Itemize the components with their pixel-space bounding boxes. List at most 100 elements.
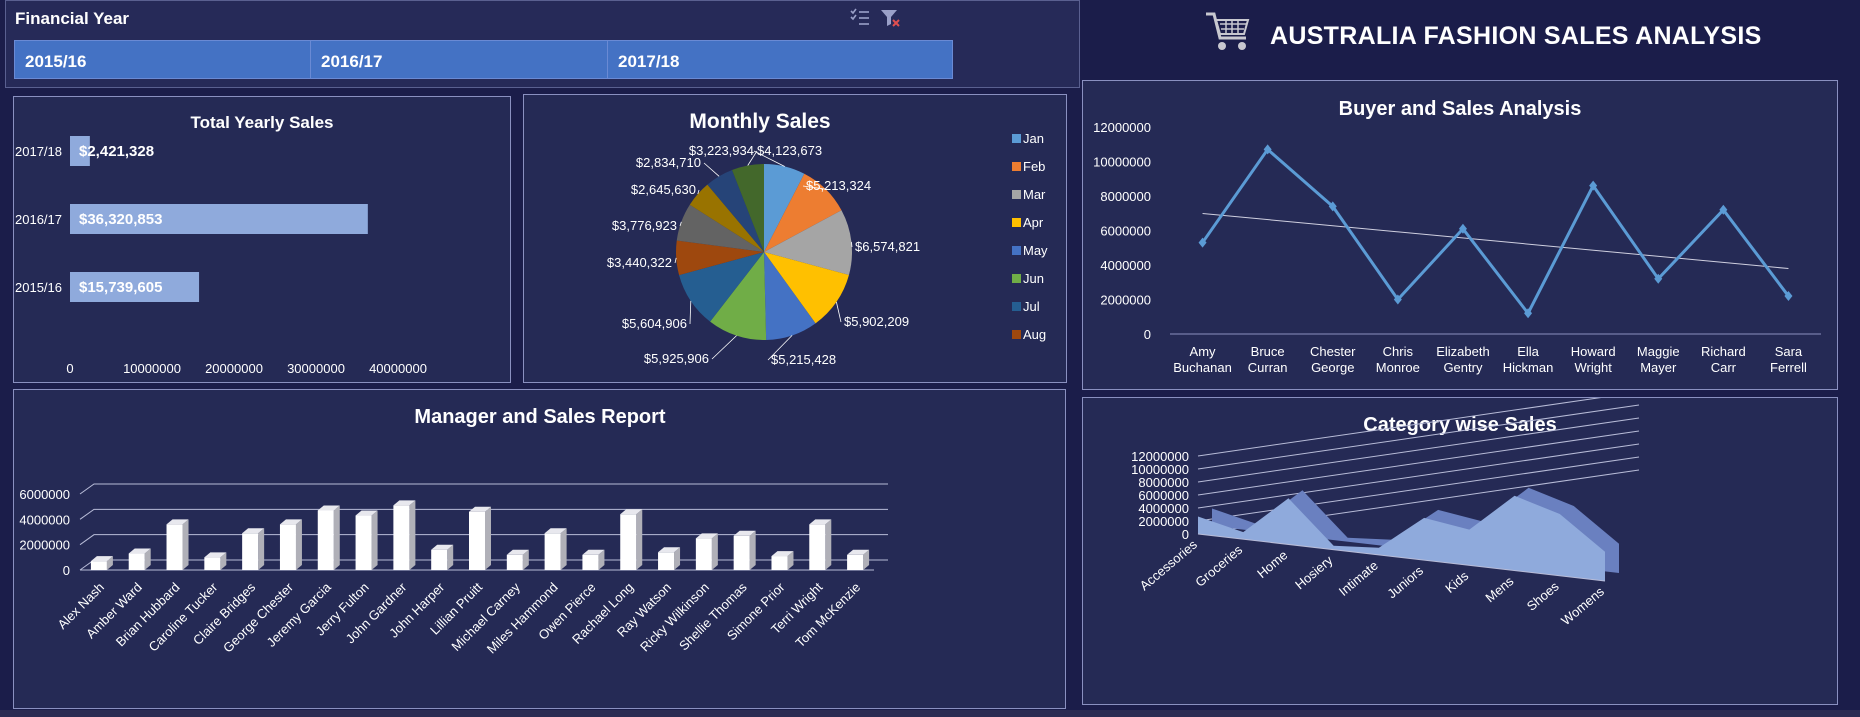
y-tick-label: 4000000	[1138, 501, 1189, 516]
bar	[242, 533, 259, 570]
slicer-option-2017-18[interactable]: 2017/18	[607, 40, 953, 79]
category-label: 2015/16	[15, 280, 62, 295]
x-tick-label: Chester	[1310, 344, 1356, 359]
x-tick-label: 0	[66, 361, 73, 376]
manager-sales-chart: Manager and Sales Report 0 2000000 4000000…	[19, 406, 888, 657]
bar	[128, 553, 145, 570]
bar	[771, 556, 788, 570]
x-tick-label: Womens	[1558, 583, 1607, 628]
x-tick-label: Richard	[1701, 344, 1746, 359]
bar-side	[711, 533, 718, 570]
shopping-cart-icon	[1206, 12, 1250, 50]
data-label: $5,604,906	[622, 316, 687, 331]
x-tick-label: Ella	[1517, 344, 1539, 359]
bar	[469, 511, 485, 570]
x-tick-label: Mens	[1482, 573, 1516, 605]
chart-title: Manager and Sales Report	[414, 406, 666, 428]
chart-title: Category wise Sales	[1363, 414, 1556, 436]
gridline	[79, 483, 888, 495]
legend-swatch	[1012, 274, 1021, 283]
data-label: $3,223,934	[689, 143, 754, 158]
data-label: $3,776,923	[612, 218, 677, 233]
y-tick-label: 4000000	[1100, 258, 1151, 273]
x-tick-label: Hosiery	[1292, 552, 1336, 592]
y-tick-label: 0	[63, 563, 70, 578]
bar	[582, 554, 599, 570]
slicer-title: Financial Year	[15, 9, 130, 28]
bar	[90, 561, 107, 570]
data-label: $2,645,630	[631, 182, 696, 197]
bar	[544, 533, 561, 570]
bar	[279, 524, 296, 570]
y-tick-label: 10000000	[1131, 462, 1189, 477]
y-tick-label: 2000000	[1100, 293, 1151, 308]
category-label: 2017/18	[15, 144, 62, 159]
slicer-option-2015-16[interactable]: 2015/16	[14, 40, 360, 79]
category-sales-panel: Category wise Sales 0 2000000 4000000 60000…	[1082, 391, 1838, 705]
bar	[393, 505, 410, 570]
page-title: AUSTRALIA FASHION SALES ANALYSIS	[1270, 22, 1762, 50]
x-tick-label: Chris	[1383, 344, 1414, 359]
y-tick-label: 6000000	[1100, 224, 1151, 239]
trendline	[1202, 213, 1789, 270]
x-tick-label: Maggie	[1637, 344, 1680, 359]
legend-label: Aug	[1023, 327, 1046, 342]
bar	[620, 514, 637, 570]
bar-side	[333, 505, 340, 570]
monthly-sales-panel: Monthly Sales $4,123,673 $5,213,324 $6,574…	[523, 94, 1067, 383]
data-label: $4,123,673	[757, 143, 822, 158]
legend-swatch	[1012, 302, 1021, 311]
legend-label: Apr	[1023, 215, 1044, 230]
data-label: $2,421,328	[79, 143, 154, 160]
x-tick-label: Kids	[1442, 568, 1471, 596]
y-tick-label: 2000000	[1138, 514, 1189, 529]
legend-swatch	[1012, 330, 1021, 339]
total-yearly-sales-chart: Total Yearly Sales 2017/18 $2,421,328 2016…	[15, 113, 427, 376]
bar	[317, 510, 334, 570]
y-tick-label: 2000000	[19, 538, 70, 553]
bar-side	[258, 528, 265, 570]
legend-swatch	[1012, 218, 1021, 227]
leader-line	[711, 335, 737, 360]
legend-label: Jan	[1023, 131, 1044, 146]
chart-title: Monthly Sales	[689, 110, 830, 133]
category-sales-chart: Category wise Sales 02000000400000060000…	[1131, 391, 1640, 628]
bar-side	[636, 509, 643, 570]
x-tick-label: Elizabeth	[1436, 344, 1489, 359]
x-tick-label: 40000000	[369, 361, 427, 376]
x-tick-label: Sara	[1775, 344, 1803, 359]
data-label: $5,215,428	[771, 352, 836, 367]
legend-swatch	[1012, 246, 1021, 255]
x-tick-label: Groceries	[1192, 542, 1245, 590]
multi-select-icon[interactable]	[849, 7, 871, 29]
x-tick-label: Wright	[1574, 360, 1612, 375]
clear-filter-icon[interactable]	[879, 7, 901, 29]
y-tick-label: 12000000	[1131, 449, 1189, 464]
y-tick-label: 6000000	[19, 487, 70, 502]
y-tick-label: 12000000	[1093, 120, 1151, 135]
data-label: $36,320,853	[79, 211, 162, 228]
x-tick-label: Home	[1254, 547, 1290, 581]
bar	[658, 552, 675, 570]
gridline	[1197, 443, 1640, 509]
x-tick-label: Ferrell	[1770, 360, 1807, 375]
data-label: $15,739,605	[79, 279, 162, 296]
bar-side	[371, 510, 378, 570]
buyer-sales-chart: Buyer and Sales Analysis 0 2000000 4000000…	[1093, 98, 1821, 375]
x-tick-label: Amy	[1190, 344, 1217, 359]
x-tick-label: Accessories	[1137, 536, 1201, 593]
data-label: $6,574,821	[855, 239, 920, 254]
bar-side	[409, 500, 416, 570]
leader-line	[836, 301, 842, 323]
buyer-sales-panel: Buyer and Sales Analysis 0 2000000 4000000…	[1082, 80, 1838, 390]
slicer-option-2016-17[interactable]: 2016/17	[310, 40, 656, 79]
x-tick-label: Mayer	[1640, 360, 1677, 375]
bar	[733, 535, 750, 570]
data-label: $5,925,906	[644, 351, 709, 366]
legend-label: Mar	[1023, 187, 1046, 202]
legend-label: Jul	[1023, 299, 1040, 314]
bar-side	[182, 519, 189, 570]
y-tick-label: 10000000	[1093, 155, 1151, 170]
chart-title: Total Yearly Sales	[190, 113, 333, 132]
legend-swatch	[1012, 162, 1021, 171]
